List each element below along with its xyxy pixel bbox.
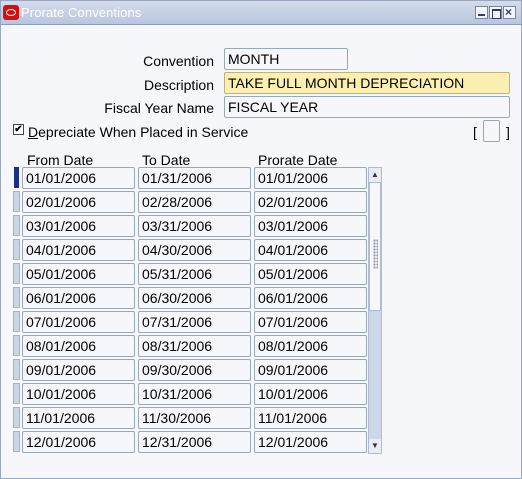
prorate-date-cell[interactable]: 05/01/2006 (254, 263, 367, 285)
to-date-cell[interactable]: 01/31/2006 (138, 167, 251, 189)
row-selector[interactable] (13, 191, 20, 212)
to-date-cell[interactable]: 04/30/2006 (138, 239, 251, 261)
table-row: 09/01/2006 09/30/2006 09/01/2006 (13, 359, 373, 381)
table-row: 03/01/2006 03/31/2006 03/01/2006 (13, 215, 373, 237)
from-date-header: From Date (27, 152, 94, 168)
to-date-cell[interactable]: 11/30/2006 (138, 407, 251, 429)
prorate-date-cell[interactable]: 11/01/2006 (254, 407, 367, 429)
scroll-thumb[interactable] (369, 182, 381, 311)
table-scrollbar[interactable]: ▲ ▼ (368, 167, 382, 454)
from-date-cell[interactable]: 01/01/2006 (22, 167, 135, 189)
fiscal-year-name-field[interactable]: FISCAL YEAR (224, 96, 510, 118)
row-selector[interactable] (13, 311, 20, 332)
prorate-date-cell[interactable]: 04/01/2006 (254, 239, 367, 261)
to-date-cell[interactable]: 07/31/2006 (138, 311, 251, 333)
from-date-cell[interactable]: 12/01/2006 (22, 431, 135, 453)
table-row: 11/01/2006 11/30/2006 11/01/2006 (13, 407, 373, 429)
minimize-button[interactable] (475, 6, 488, 19)
convention-field[interactable]: MONTH (224, 48, 348, 70)
table-row: 02/01/2006 02/28/2006 02/01/2006 (13, 191, 373, 213)
from-date-cell[interactable]: 10/01/2006 (22, 383, 135, 405)
to-date-cell[interactable]: 08/31/2006 (138, 335, 251, 357)
to-date-cell[interactable]: 09/30/2006 (138, 359, 251, 381)
to-date-cell[interactable]: 02/28/2006 (138, 191, 251, 213)
scroll-grip (373, 239, 378, 269)
close-button[interactable]: × (503, 5, 516, 19)
row-selector[interactable] (13, 215, 20, 236)
row-selector[interactable] (13, 407, 20, 428)
from-date-cell[interactable]: 09/01/2006 (22, 359, 135, 381)
row-selector[interactable] (13, 431, 20, 452)
prorate-date-cell[interactable]: 08/01/2006 (254, 335, 367, 357)
to-date-cell[interactable]: 06/30/2006 (138, 287, 251, 309)
to-date-header: To Date (142, 152, 191, 168)
to-date-cell[interactable]: 05/31/2006 (138, 263, 251, 285)
row-selector[interactable] (13, 383, 20, 404)
prorate-conventions-window: Prorate Conventions × Convention MONTH D… (0, 0, 522, 479)
row-selector[interactable] (13, 359, 20, 380)
prorate-date-cell[interactable]: 06/01/2006 (254, 287, 367, 309)
depreciate-label-mnemonic: D (28, 124, 39, 140)
row-selector[interactable] (14, 167, 19, 188)
depreciate-label-text: epreciate When Placed in Service (38, 124, 249, 140)
table-row: 06/01/2006 06/30/2006 06/01/2006 (13, 287, 373, 309)
row-selector[interactable] (13, 287, 20, 308)
convention-label: Convention (143, 53, 214, 69)
from-date-cell[interactable]: 06/01/2006 (22, 287, 135, 309)
table-row: 10/01/2006 10/31/2006 10/01/2006 (13, 383, 373, 405)
close-icon: × (505, 5, 513, 19)
title-bar[interactable]: Prorate Conventions × (1, 1, 521, 25)
scroll-down-icon[interactable]: ▼ (369, 439, 381, 453)
from-date-cell[interactable]: 02/01/2006 (22, 191, 135, 213)
depreciate-when-placed-checkbox[interactable]: ✔ (13, 124, 24, 135)
from-date-cell[interactable]: 03/01/2006 (22, 215, 135, 237)
description-field[interactable]: TAKE FULL MONTH DEPRECIATION (224, 72, 510, 94)
prorate-date-cell[interactable]: 10/01/2006 (254, 383, 367, 405)
prorate-date-cell[interactable]: 09/01/2006 (254, 359, 367, 381)
table-row: 04/01/2006 04/30/2006 04/01/2006 (13, 239, 373, 261)
table-row: 07/01/2006 07/31/2006 07/01/2006 (13, 311, 373, 333)
row-selector[interactable] (13, 263, 20, 284)
prorate-date-header: Prorate Date (258, 152, 338, 168)
flexfield-close-bracket: ] (506, 124, 510, 140)
prorate-date-cell[interactable]: 07/01/2006 (254, 311, 367, 333)
row-selector[interactable] (13, 335, 20, 356)
scroll-up-icon[interactable]: ▲ (369, 168, 381, 182)
to-date-cell[interactable]: 10/31/2006 (138, 383, 251, 405)
table-row: 12/01/2006 12/31/2006 12/01/2006 (13, 431, 373, 453)
from-date-cell[interactable]: 07/01/2006 (22, 311, 135, 333)
to-date-cell[interactable]: 03/31/2006 (138, 215, 251, 237)
fiscal-year-name-label: Fiscal Year Name (104, 100, 214, 116)
from-date-cell[interactable]: 11/01/2006 (22, 407, 135, 429)
prorate-date-cell[interactable]: 12/01/2006 (254, 431, 367, 453)
to-date-cell[interactable]: 12/31/2006 (138, 431, 251, 453)
descriptive-flexfield[interactable] (483, 120, 500, 142)
window-title: Prorate Conventions (21, 5, 142, 20)
prorate-date-cell[interactable]: 02/01/2006 (254, 191, 367, 213)
prorate-date-cell[interactable]: 01/01/2006 (254, 167, 367, 189)
description-label: Description (143, 77, 214, 93)
prorate-date-cell[interactable]: 03/01/2006 (254, 215, 367, 237)
oracle-logo-icon (3, 5, 19, 20)
row-selector[interactable] (13, 239, 20, 260)
depreciate-when-placed-label[interactable]: Depreciate When Placed in Service (28, 124, 248, 140)
maximize-button[interactable] (489, 6, 502, 19)
from-date-cell[interactable]: 08/01/2006 (22, 335, 135, 357)
from-date-cell[interactable]: 05/01/2006 (22, 263, 135, 285)
table-row: 01/01/2006 01/31/2006 01/01/2006 (13, 167, 373, 189)
flexfield-open-bracket: [ (473, 124, 477, 140)
from-date-cell[interactable]: 04/01/2006 (22, 239, 135, 261)
table-row: 05/01/2006 05/31/2006 05/01/2006 (13, 263, 373, 285)
table-row: 08/01/2006 08/31/2006 08/01/2006 (13, 335, 373, 357)
